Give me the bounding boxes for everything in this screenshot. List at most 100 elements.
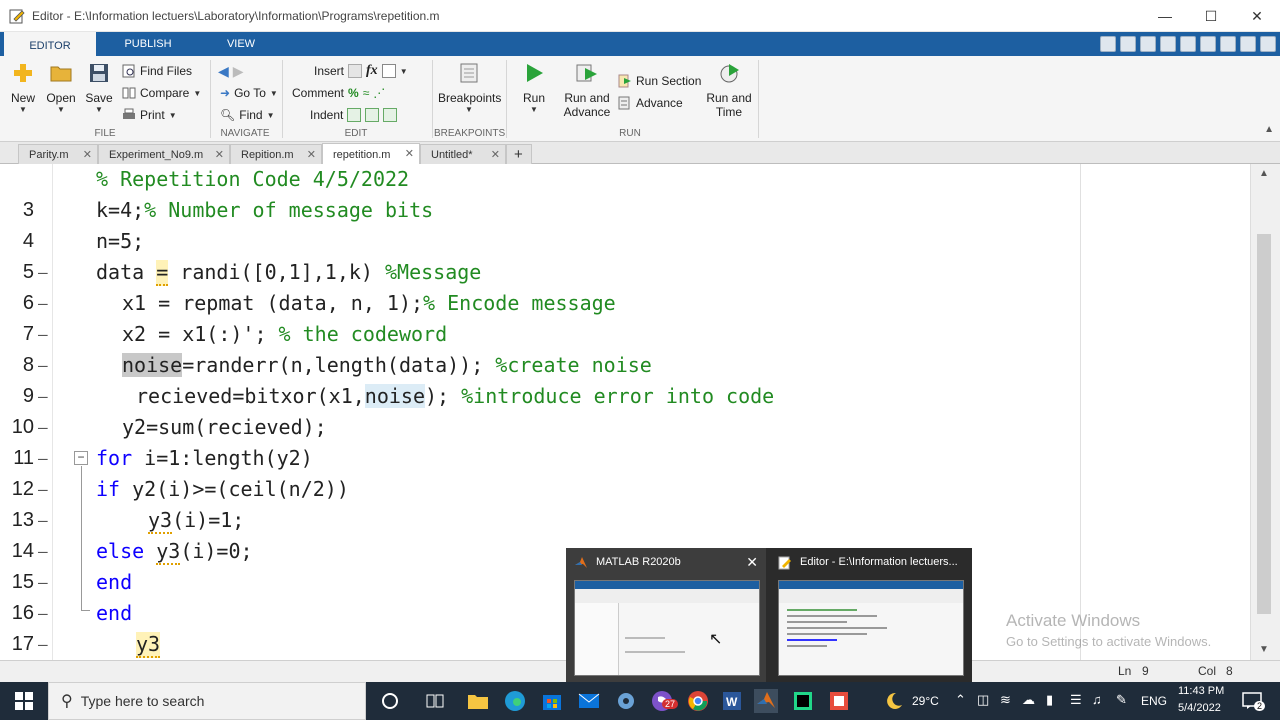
run-section-button[interactable]: Run Section [618, 72, 701, 90]
tab-editor[interactable]: EDITOR [4, 32, 96, 56]
find-files-button[interactable]: Find Files [122, 62, 192, 80]
clock-date[interactable]: 5/4/2022 [1178, 702, 1221, 714]
minimize-toolstrip-icon[interactable] [1260, 36, 1276, 52]
scroll-down-icon[interactable]: ▼ [1259, 644, 1269, 655]
fold-toggle-icon[interactable]: − [74, 451, 88, 465]
task-view-icon[interactable] [423, 689, 447, 713]
close-tab-icon[interactable]: ✕ [307, 148, 316, 161]
back-arrow-icon[interactable]: ◀ [218, 63, 229, 80]
code-line[interactable]: 3 % Repetition Code 4/5/2022 [0, 164, 1250, 221]
tray-cloud-icon[interactable]: ☁ [1022, 692, 1035, 708]
close-tab-icon[interactable]: ✕ [83, 148, 92, 161]
breakpoints-button[interactable]: Breakpoints ▼ [438, 62, 501, 114]
code-line[interactable]: 7 — x1 = repmat (data, n, 1);% Encode me… [0, 288, 1250, 375]
chrome-icon[interactable] [686, 689, 710, 713]
cortana-icon[interactable] [378, 689, 402, 713]
show-hidden-icons[interactable]: ⌃ [955, 692, 966, 708]
uncomment-icon[interactable]: ≈ [363, 86, 370, 100]
code-line[interactable]: 4 — k=4;% Number of message bits [0, 195, 1250, 282]
store-icon[interactable] [540, 689, 564, 713]
comment-button[interactable]: Comment % ≈ ⋰ [292, 84, 385, 102]
code-line[interactable]: 5 — n=5; [0, 226, 1250, 313]
thumbnail-matlab[interactable]: MATLAB R2020b ✕ ↖ [566, 548, 766, 682]
close-window-button[interactable]: ✕ [1234, 0, 1280, 32]
run-button[interactable]: Run ▼ [516, 62, 552, 114]
thumbnail-editor[interactable]: Editor - E:\Information lectuers... [770, 548, 970, 682]
red-app-icon[interactable] [827, 689, 851, 713]
code-line[interactable]: 8 — x2 = x1(:)'; % the codeword [0, 319, 1250, 406]
noise-reference[interactable]: noise [364, 384, 425, 408]
find-button[interactable]: 🔍︎ Find ▼ [220, 106, 275, 124]
pycharm-icon[interactable] [791, 689, 815, 713]
run-and-time-button[interactable]: Run and Time [704, 62, 754, 119]
close-thumbnail-button[interactable]: ✕ [746, 554, 758, 571]
save-quick-icon[interactable] [1100, 36, 1116, 52]
decrease-indent-icon[interactable] [383, 108, 398, 122]
viber-icon[interactable]: 27 [650, 689, 679, 713]
close-tab-icon[interactable]: ✕ [405, 147, 414, 160]
save-button[interactable]: Save ▼ [82, 62, 116, 114]
copy-quick-icon[interactable] [1140, 36, 1156, 52]
code-line[interactable]: 11 — y2=sum(recieved); [0, 412, 1250, 499]
start-button[interactable] [12, 689, 36, 713]
minimize-button[interactable]: — [1142, 0, 1188, 32]
advance-button[interactable]: Advance [618, 94, 683, 112]
redo-quick-icon[interactable] [1200, 36, 1216, 52]
tray-volume-icon[interactable]: ♫ [1092, 692, 1102, 707]
doc-tab-untitled[interactable]: Untitled* ✕ [420, 144, 506, 164]
tray-wifi-icon[interactable]: ≋ [1000, 692, 1011, 708]
go-to-button[interactable]: ➜ Go To ▼ [220, 84, 278, 102]
code-line[interactable]: 6 — data = randi([0,1],1,k) %Message [0, 257, 1250, 344]
maximize-button[interactable]: ☐ [1188, 0, 1234, 32]
insert-table-icon[interactable] [381, 64, 396, 78]
doc-tab-repetition[interactable]: repetition.m ✕ [322, 143, 420, 165]
weather-moon-icon[interactable] [882, 689, 906, 713]
run-and-advance-button[interactable]: Run and Advance [562, 62, 612, 119]
compare-button[interactable]: Compare ▼ [122, 84, 201, 102]
settings-app-icon[interactable] [614, 689, 638, 713]
open-button[interactable]: Open ▼ [44, 62, 78, 114]
increase-indent-icon[interactable] [365, 108, 380, 122]
nav-back-forward[interactable]: ◀ ▶ [218, 62, 244, 80]
indent-button[interactable]: Indent [310, 106, 398, 124]
smart-indent-icon[interactable] [347, 108, 362, 122]
edge-icon[interactable] [503, 689, 527, 713]
help-icon[interactable] [1240, 36, 1256, 52]
paste-quick-icon[interactable] [1160, 36, 1176, 52]
mail-icon[interactable] [577, 689, 601, 713]
print-button[interactable]: Print ▼ [122, 106, 177, 124]
tray-device-icon[interactable]: ◫ [977, 692, 989, 708]
scrollbar-thumb[interactable] [1257, 234, 1271, 614]
code-line[interactable]: 10 — recieved=bitxor(x1,noise); %introdu… [0, 381, 1250, 468]
fx-icon[interactable]: fx [366, 63, 378, 79]
tab-publish[interactable]: PUBLISH [102, 32, 194, 56]
file-explorer-icon[interactable] [466, 689, 490, 713]
tray-battery-icon[interactable]: ▮ [1046, 692, 1053, 708]
clock-time[interactable]: 11:43 PM [1178, 685, 1224, 697]
new-button[interactable]: New ▼ [6, 62, 40, 114]
code-line[interactable]: 12 — − for i=1:length(y2) [0, 443, 1250, 530]
vertical-scrollbar[interactable]: ▲ ▼ [1250, 164, 1280, 660]
tray-network-icon[interactable]: ☰ [1070, 692, 1082, 708]
undo-quick-icon[interactable] [1180, 36, 1196, 52]
scroll-up-icon[interactable]: ▲ [1259, 168, 1269, 179]
code-line[interactable]: 9 — noise=randerr(n,length(data)); %crea… [0, 350, 1250, 437]
add-tab-button[interactable]: + [506, 144, 532, 164]
forward-arrow-icon[interactable]: ▶ [233, 63, 244, 80]
expand-toolstrip-icon[interactable]: ▲ [1264, 124, 1274, 135]
doc-tab-parity[interactable]: Parity.m ✕ [18, 144, 98, 164]
wrap-comment-icon[interactable]: ⋰ [373, 86, 385, 100]
code-line[interactable]: 14 — y3(i)=1; [0, 505, 1250, 592]
warning-y3[interactable]: y3 [136, 632, 161, 658]
close-tab-icon[interactable]: ✕ [491, 148, 500, 161]
insert-button[interactable]: Insert fx ▼ [314, 62, 408, 80]
code-line[interactable]: 13 — if y2(i)>=(ceil(n/2)) [0, 474, 1250, 561]
close-tab-icon[interactable]: ✕ [215, 148, 224, 161]
tab-view[interactable]: VIEW [196, 32, 286, 56]
word-icon[interactable]: W [720, 689, 744, 713]
selected-noise[interactable]: noise [122, 353, 183, 377]
switch-windows-icon[interactable] [1220, 36, 1236, 52]
tray-pen-icon[interactable]: ✎ [1116, 692, 1127, 708]
matlab-taskbar-icon[interactable] [754, 689, 778, 713]
notification-center-icon[interactable]: 2 [1240, 689, 1266, 713]
